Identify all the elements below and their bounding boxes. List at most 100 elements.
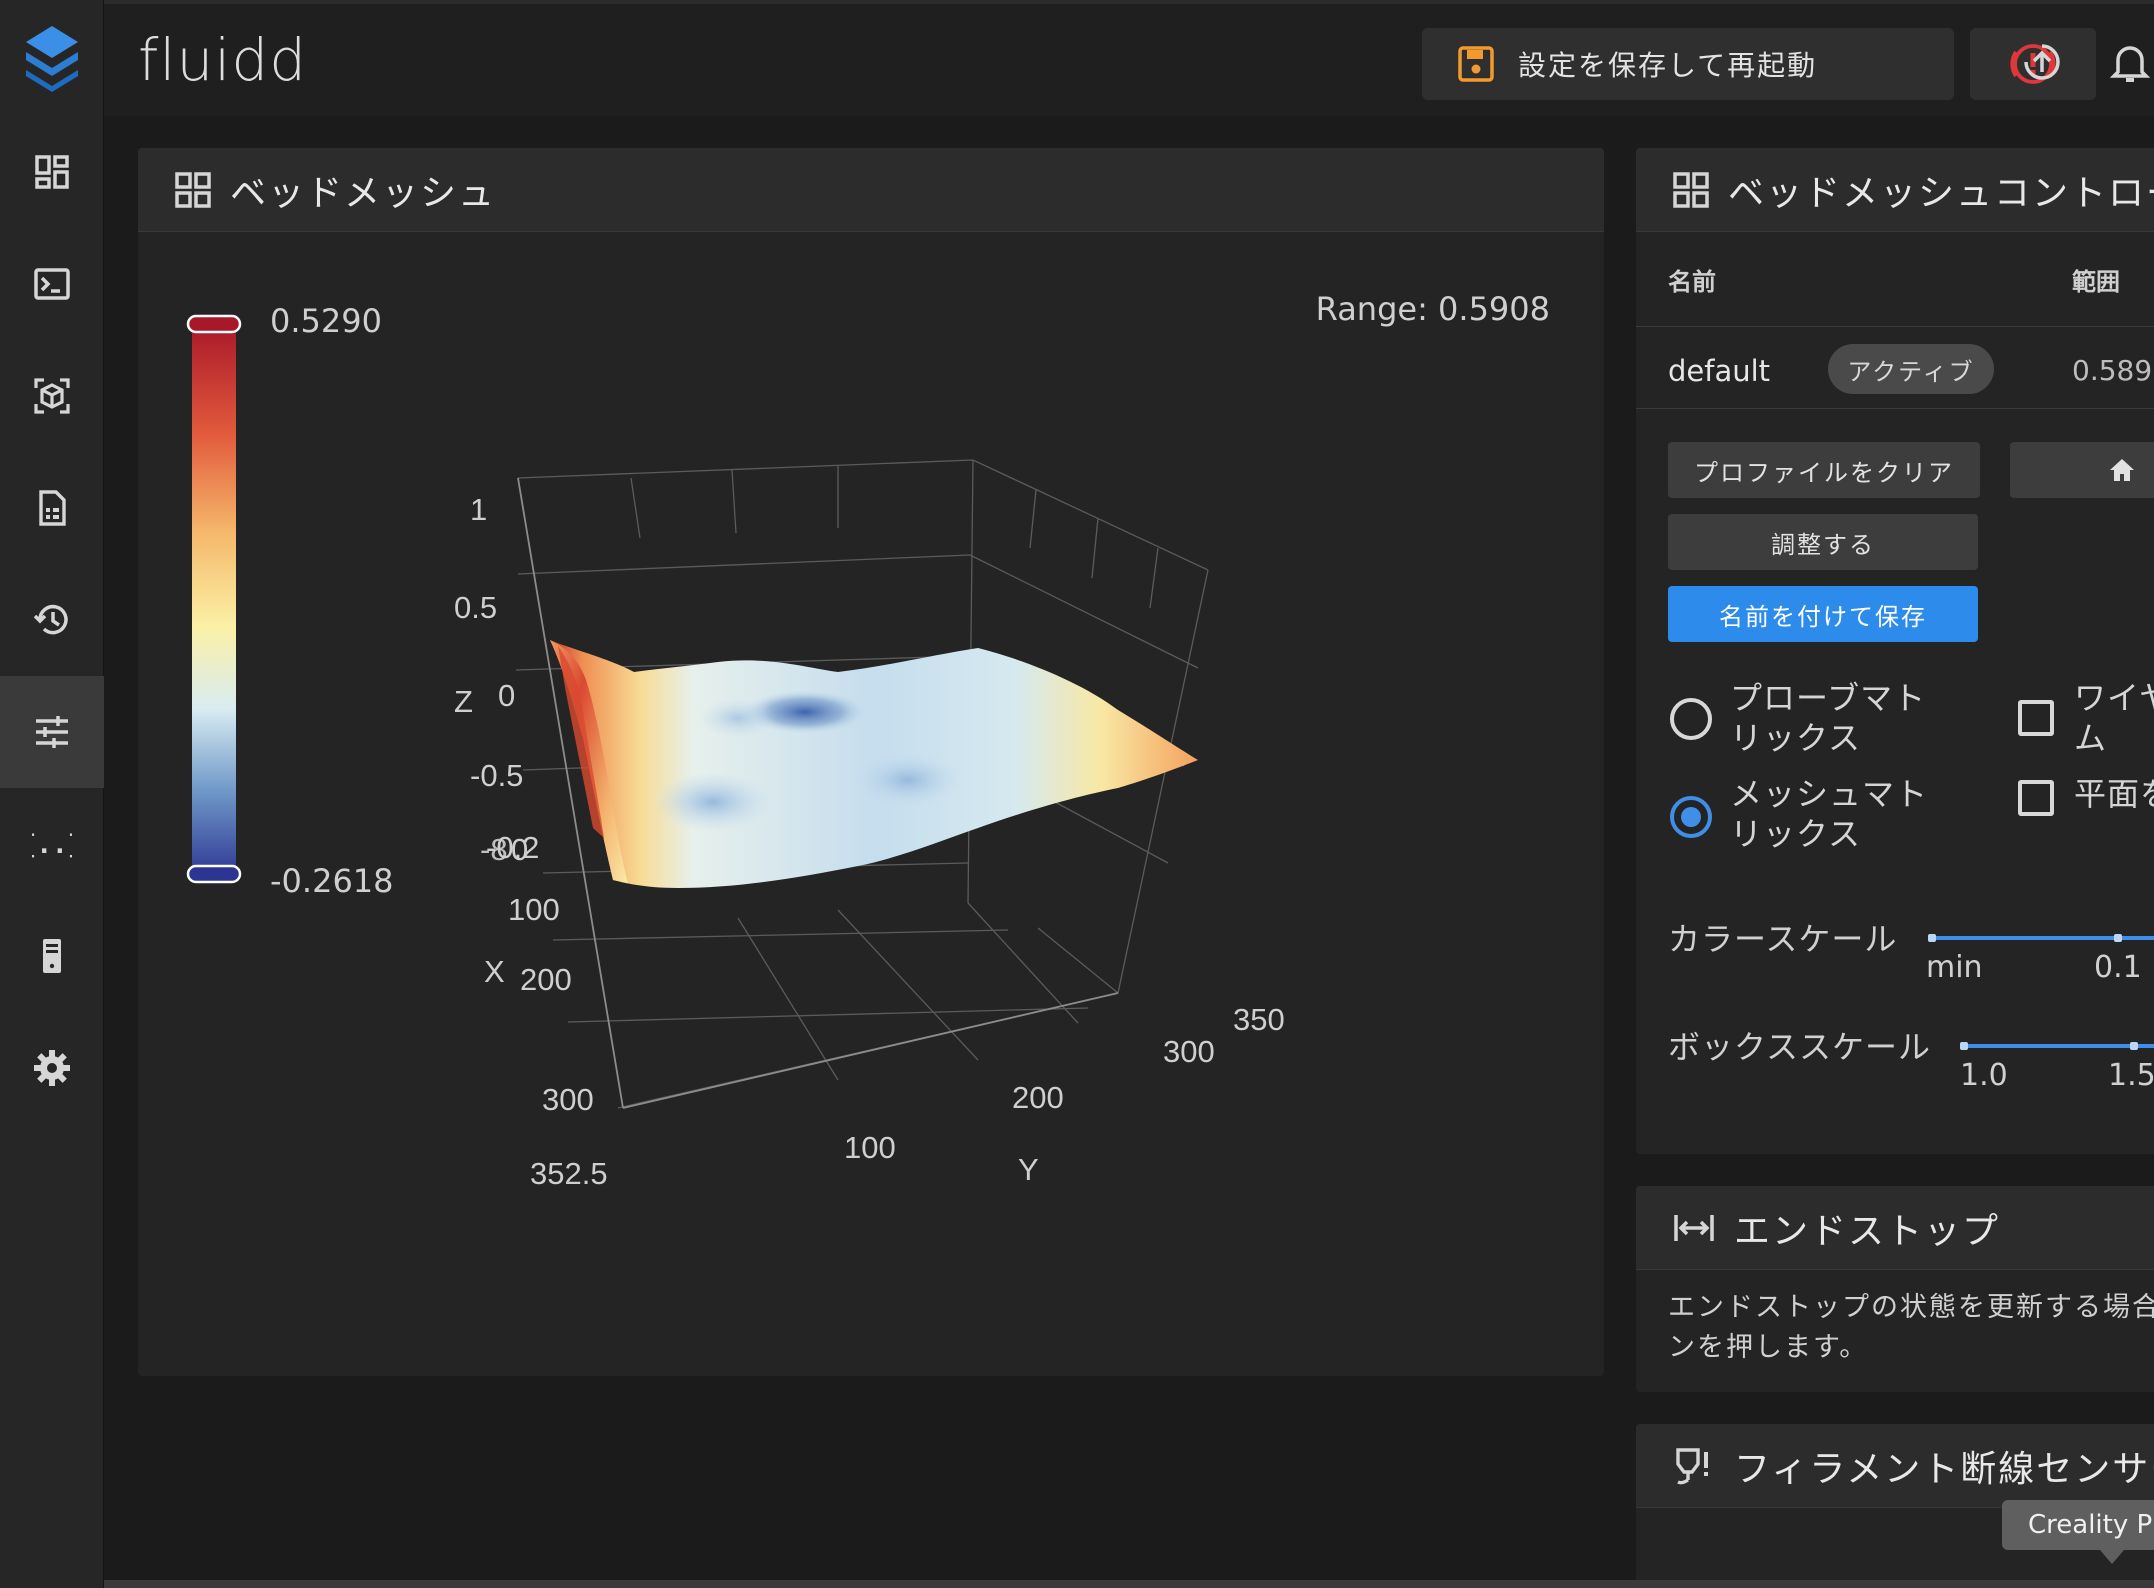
- mesh-dip-right: [853, 752, 963, 808]
- endstops-title: エンドストップ: [1734, 1210, 2001, 1252]
- endstop-arrows-icon: [1674, 1214, 1714, 1241]
- endstops-header: エンドストップ: [1636, 1186, 2154, 1270]
- sidebar-item-settings[interactable]: [0, 1012, 104, 1124]
- probe-matrix-label: プローブマト リックス: [1730, 679, 1927, 757]
- bed-mesh-3d-plot[interactable]: 1 0.5 0 -0.5 -0.2 Z -8 0 100 X 200 300 3…: [318, 418, 1518, 1368]
- z-tick-0: 0: [498, 678, 515, 713]
- col-name-header: 名前: [1668, 268, 1716, 296]
- box-scale-tick-1-0: 1.0: [1960, 1058, 2008, 1093]
- wireframe-checkbox[interactable]: [2018, 700, 2054, 736]
- sidebar-item-files[interactable]: [0, 452, 104, 564]
- sidebar-item-tune[interactable]: [0, 676, 104, 788]
- dashboard-icon: [35, 155, 69, 189]
- endstops-description: エンドストップの状態を更新する場合に ンを押します。: [1668, 1292, 2154, 1363]
- upload-button[interactable]: [2014, 34, 2070, 90]
- grid-icon: [1673, 171, 1709, 208]
- colorbar-max-label: 0.5290: [270, 302, 382, 340]
- notifications-button[interactable]: [2102, 34, 2154, 90]
- y-tick-100: 100: [844, 1130, 896, 1165]
- cube-icon: [34, 378, 70, 414]
- sidebar-item-dashboard[interactable]: [0, 116, 104, 228]
- sensor-tooltip-arrow: [2100, 1550, 2124, 1564]
- svg-text:{..}: {..}: [32, 830, 72, 860]
- y-axis-label: Y: [1018, 1152, 1039, 1187]
- z-tick-neg-0-5: -0.5: [470, 758, 523, 793]
- filament-alert-icon: [1676, 1447, 1708, 1484]
- filament-sensor-title: フィラメント断線センサー: [1734, 1448, 2154, 1490]
- clear-profile-button[interactable]: プロファイルをクリア: [1668, 442, 1980, 498]
- box-scale-tick: [2130, 1042, 2138, 1050]
- save-icon: [1458, 46, 1494, 82]
- bell-icon: [2109, 46, 2151, 82]
- mesh-dip-mid: [698, 698, 778, 738]
- bed-mesh-title: ベッドメッシュ: [230, 172, 497, 214]
- color-scale-tick-min: min: [1926, 950, 1983, 985]
- profile-active-chip[interactable]: アクティブ: [1828, 344, 1994, 394]
- box-scale-tick-1-5: 1.5: [2108, 1058, 2154, 1093]
- table-divider: [1636, 326, 2154, 327]
- save-restart-button[interactable]: 設定を保存して再起動: [1422, 28, 1954, 100]
- mesh-dip-left: [653, 772, 773, 832]
- tune-icon: [36, 716, 68, 748]
- mesh-matrix-label: メッシュマト リックス: [1730, 775, 1929, 853]
- x-tick-300: 300: [542, 1082, 594, 1117]
- x-tick-overlap: -8: [480, 832, 508, 867]
- sidebar-item-system[interactable]: [0, 900, 104, 1012]
- device-icon: [43, 939, 61, 973]
- sidebar-item-console[interactable]: [0, 228, 104, 340]
- box-scale-slider[interactable]: [1962, 1044, 2154, 1048]
- sidebar-item-macros[interactable]: {..}: [0, 788, 104, 900]
- color-scale-tick-0-1: 0.1: [2094, 950, 2142, 985]
- app-root: {..} fluidd 設定を保存して再起動 ベッドメッシュ R: [0, 0, 2154, 1588]
- flat-label: 平面を: [2074, 775, 2154, 813]
- bottom-border: [104, 1580, 2154, 1588]
- gear-icon: [34, 1050, 70, 1086]
- bed-mesh-controls-header: ベッドメッシュコントロー: [1636, 148, 2154, 232]
- file-icon: [39, 490, 66, 526]
- profile-name[interactable]: default: [1668, 354, 1770, 388]
- table-divider: [1636, 408, 2154, 409]
- y-tick-300: 300: [1163, 1034, 1215, 1069]
- bed-mesh-card-header: ベッドメッシュ: [138, 148, 1604, 232]
- sidebar-item-history[interactable]: [0, 564, 104, 676]
- fluidd-logo[interactable]: [0, 0, 104, 116]
- sensor-tooltip: Creality P: [2002, 1500, 2154, 1550]
- color-scale-tick: [1928, 934, 1936, 942]
- sidebar-item-jobs[interactable]: [0, 340, 104, 452]
- mesh-range-text: Range: 0.5908: [1315, 290, 1550, 328]
- y-tick-200: 200: [1012, 1080, 1064, 1115]
- brand-title: fluidd: [138, 26, 308, 94]
- z-axis-label: Z: [454, 684, 473, 719]
- bed-mesh-controls-title: ベッドメッシュコントロー: [1728, 172, 2154, 214]
- calibrate-button[interactable]: 調整する: [1668, 514, 1978, 570]
- mesh-matrix-radio[interactable]: [1670, 796, 1712, 838]
- profile-range: 0.5890: [2072, 354, 2154, 387]
- x-tick-0: 0: [511, 832, 528, 867]
- save-restart-label: 設定を保存して再起動: [1518, 49, 1818, 82]
- upload-icon: [2024, 44, 2060, 80]
- bed-mesh-card: ベッドメッシュ Range: 0.5908 0.5290 -0.2618 1 0…: [138, 148, 1604, 1376]
- x-tick-352-5: 352.5: [530, 1156, 608, 1191]
- color-scale-tick: [2114, 934, 2122, 942]
- z-tick-1: 1: [470, 492, 487, 527]
- sidebar: {..}: [0, 0, 104, 1588]
- wireframe-label: ワイヤ ム: [2074, 679, 2154, 757]
- probe-matrix-radio[interactable]: [1670, 698, 1712, 740]
- box-scale-label: ボックススケール: [1668, 1028, 1932, 1066]
- filament-sensor-header: フィラメント断線センサー: [1636, 1424, 2154, 1508]
- x-tick-200: 200: [520, 962, 572, 997]
- history-icon: [33, 604, 68, 635]
- colorbar: [186, 314, 242, 884]
- flat-checkbox[interactable]: [2018, 780, 2054, 816]
- y-tick-350: 350: [1233, 1002, 1285, 1037]
- save-as-button[interactable]: 名前を付けて保存: [1668, 586, 1978, 642]
- col-range-header: 範囲: [2072, 268, 2120, 296]
- home-icon: [2110, 459, 2134, 481]
- endstops-card: エンドストップ エンドストップの状態を更新する場合に ンを押します。: [1636, 1186, 2154, 1392]
- console-icon: [34, 268, 70, 300]
- x-tick-100: 100: [508, 892, 560, 927]
- x-axis-label: X: [484, 954, 505, 989]
- home-button[interactable]: [2010, 442, 2154, 498]
- code-braces-icon: {..}: [32, 830, 72, 860]
- grid-icon: [175, 171, 211, 208]
